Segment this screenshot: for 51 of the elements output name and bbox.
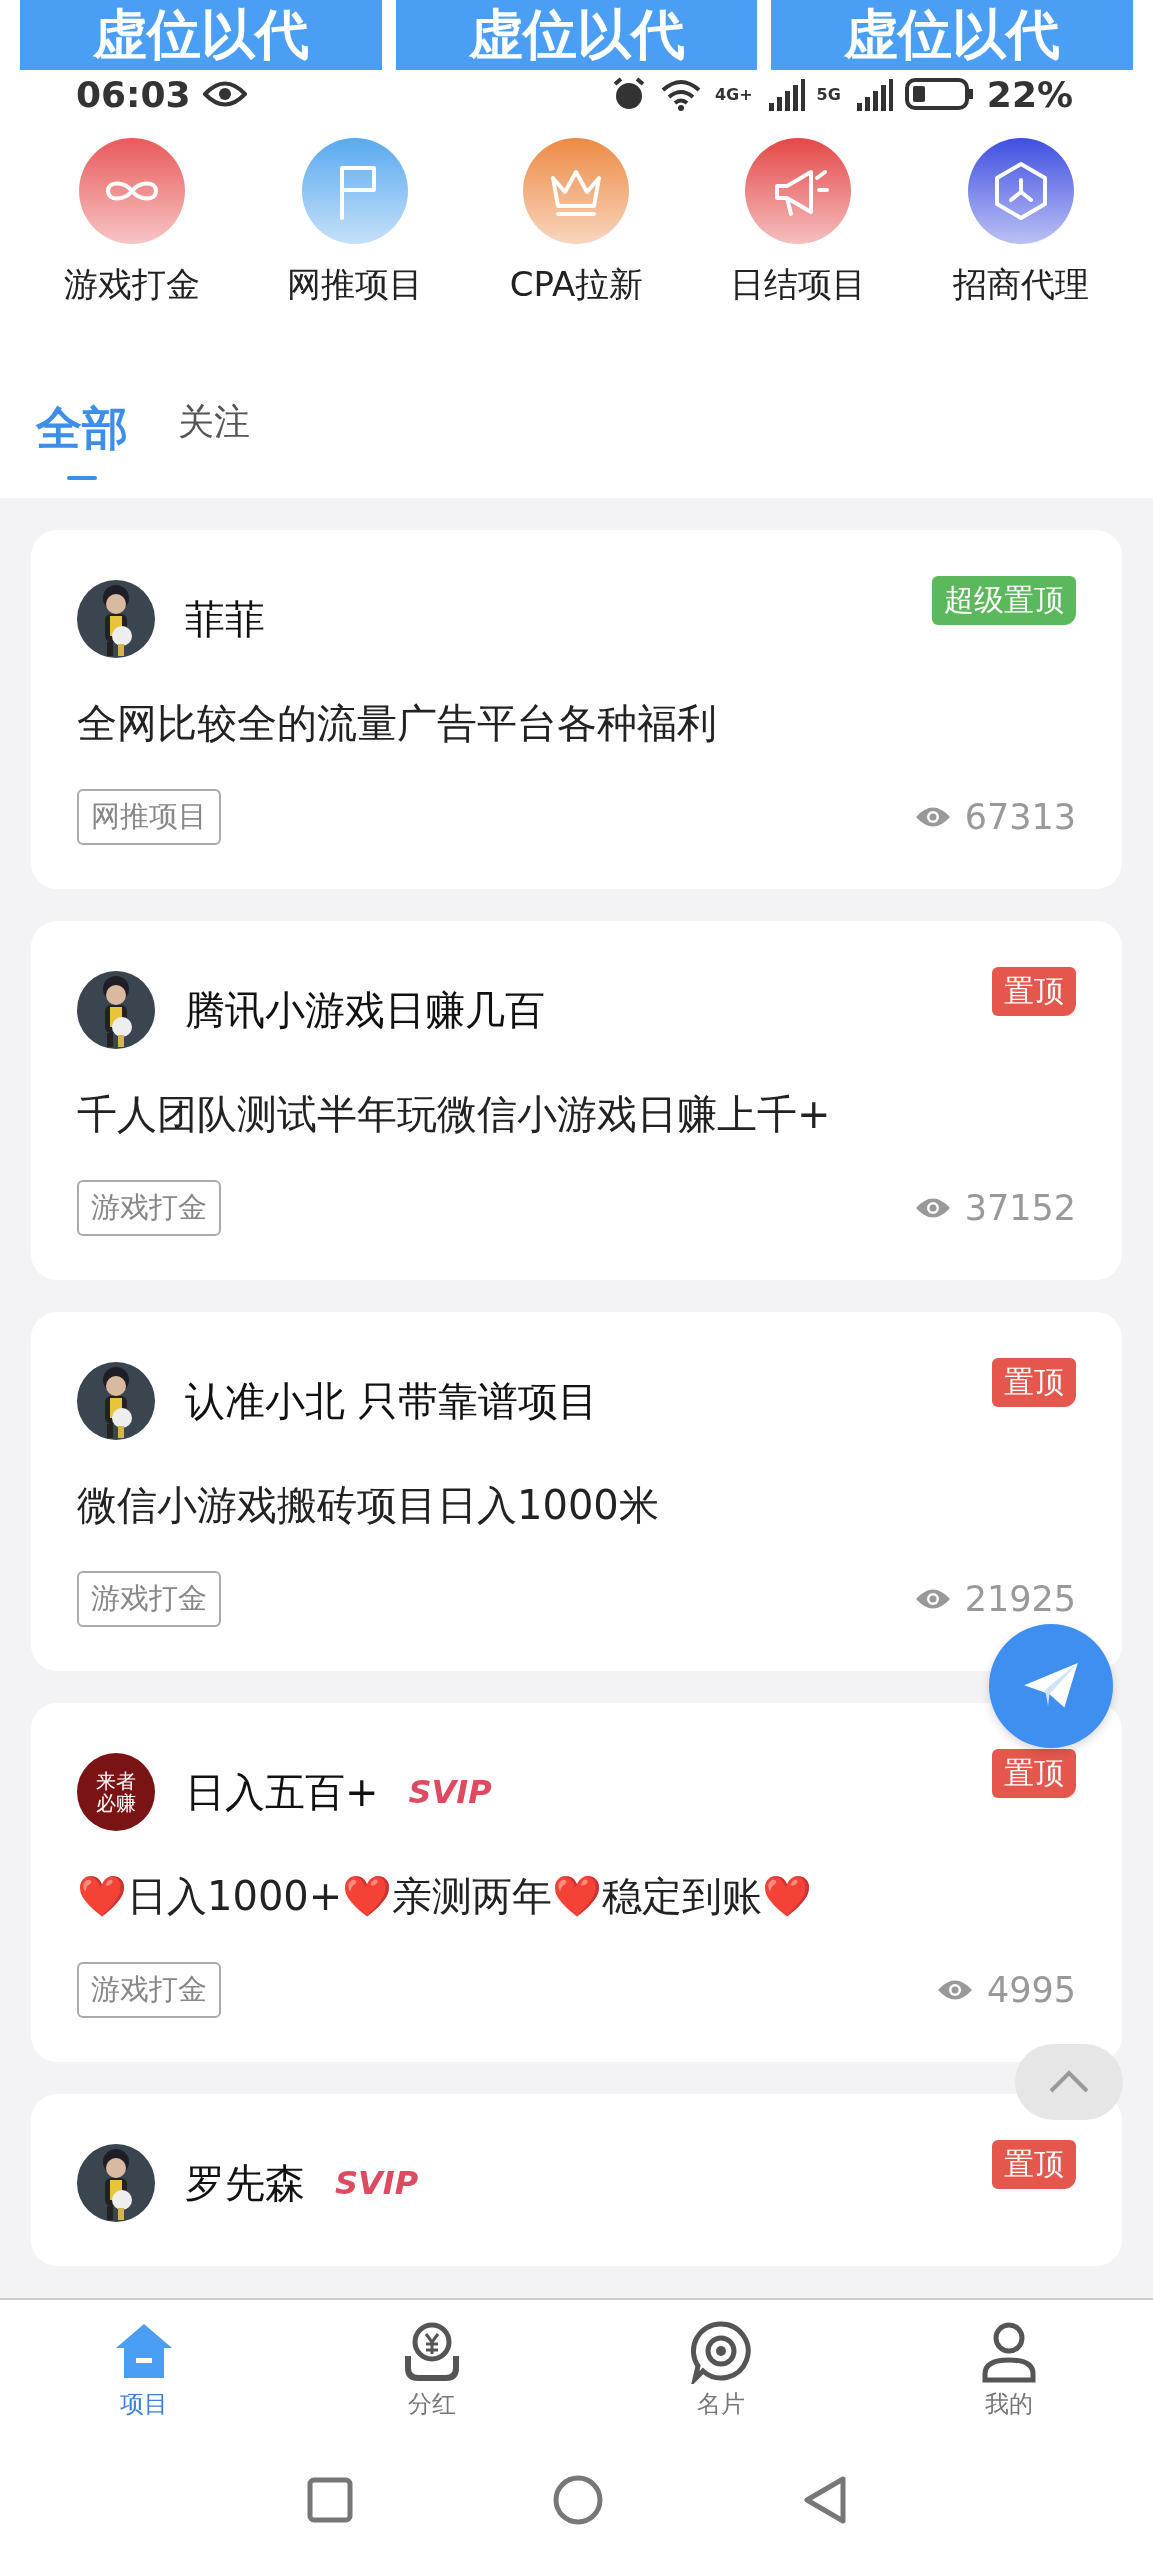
view-count: 67313	[964, 797, 1076, 837]
eye-icon	[202, 81, 247, 107]
battery-level: 22%	[986, 73, 1073, 115]
category-button[interactable]: CPA拉新	[509, 138, 644, 308]
category-tag: 游戏打金	[77, 1962, 221, 2018]
network-label: 4G+	[714, 84, 753, 104]
pinned-badge: 置顶	[992, 967, 1076, 1016]
back-icon[interactable]	[802, 2475, 847, 2525]
post-title: 全网比较全的流量广告平台各种福利	[77, 699, 718, 748]
author-name: 认准小北 只带靠谱项目	[185, 1376, 598, 1426]
nav-tab[interactable]: 我的	[864, 2300, 1153, 2440]
view-count: 37152	[964, 1188, 1076, 1228]
post-title: 千人团队测试半年玩微信小游戏日赚上千+	[77, 1090, 832, 1139]
pinned-badge: 超级置顶	[932, 576, 1076, 625]
nav-tab[interactable]: 名片	[576, 2300, 865, 2440]
nav-tab[interactable]: 项目	[0, 2300, 289, 2440]
post-card[interactable]: 认准小北 只带靠谱项目 置顶 微信小游戏搬砖项目日入1000米 游戏打金 21925	[31, 1312, 1122, 1671]
post-card[interactable]: 来者必赚 日入五百+ SVIP 置顶 ❤日入1000+❤亲测两年❤稳定到账❤ 游戏打金 4995	[31, 1703, 1122, 2062]
post-card[interactable]: 菲菲 超级置顶 全网比较全的流量广告平台各种福利 网推项目 67313	[31, 530, 1122, 889]
author-name: 菲菲	[185, 594, 265, 644]
target-icon	[688, 2320, 753, 2384]
pinned-badge: 置顶	[992, 1358, 1076, 1407]
pinned-badge: 置顶	[992, 2140, 1076, 2189]
author-name: 腾讯小游戏日赚几百	[185, 985, 545, 1035]
feed-tab[interactable]: 关注	[178, 398, 250, 467]
author-name: 日入五百+	[185, 1767, 379, 1817]
battery-icon	[904, 77, 975, 111]
category-tag: 游戏打金	[77, 1571, 221, 1627]
post-card[interactable]: 腾讯小游戏日赚几百 置顶 千人团队测试半年玩微信小游戏日赚上千+ 游戏打金 37152	[31, 921, 1122, 1280]
view-count: 4995	[986, 1970, 1076, 2010]
clock-time: 06:03	[76, 73, 191, 115]
svip-label: SVIP	[408, 1773, 492, 1811]
category-button[interactable]: 游戏打金	[63, 138, 200, 308]
category-tag: 游戏打金	[77, 1180, 221, 1236]
recents-icon[interactable]	[306, 2477, 353, 2523]
category-button[interactable]: 招商代理	[953, 138, 1090, 308]
post-title: ❤日入1000+❤亲测两年❤稳定到账❤	[77, 1872, 814, 1921]
nav-tab[interactable]: 分红	[288, 2300, 577, 2440]
home-button-icon[interactable]	[552, 2475, 603, 2525]
avatar-text: 来者必赚	[77, 1753, 155, 1831]
svip-label: SVIP	[335, 2164, 419, 2202]
category-tag: 网推项目	[77, 789, 221, 845]
category-button[interactable]: 日结项目	[730, 138, 867, 308]
post-card[interactable]: 罗先森 SVIP 置顶	[31, 2094, 1122, 2266]
chevron-up-icon	[1047, 2069, 1091, 2095]
pinned-badge: 置顶	[992, 1749, 1076, 1798]
category-button[interactable]: 网推项目	[286, 138, 423, 308]
post-title: 微信小游戏搬砖项目日入1000米	[77, 1481, 660, 1530]
author-name: 罗先森	[185, 2158, 305, 2208]
network-label: 5G	[816, 84, 841, 104]
view-count: 21925	[964, 1579, 1076, 1619]
